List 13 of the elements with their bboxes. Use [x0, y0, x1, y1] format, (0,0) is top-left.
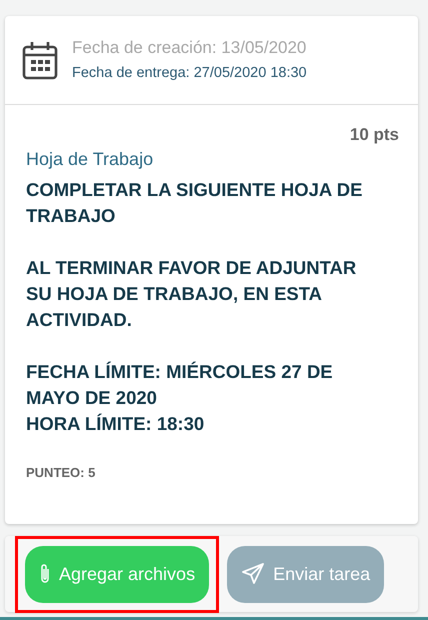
due-date: Fecha de entrega: 27/05/2020 18:30	[72, 64, 307, 84]
calendar-icon	[22, 40, 58, 80]
instruction-text: AL TERMINAR FAVOR DE ADJUNTAR SU HOJA DE TRABAJO, EN ESTA ACTIVIDAD.	[26, 256, 358, 332]
attach-button[interactable]: Agregar archivos	[25, 546, 210, 602]
score: PUNTEO: 5	[26, 464, 96, 482]
instruction-text: FECHA LÍMITE: MIÉRCOLES 27 DE MAYO DE 2020	[26, 360, 334, 410]
assignment-title: Hoja de Trabajo	[26, 148, 154, 171]
paperclip-icon	[39, 563, 51, 585]
creation-date: Fecha de creación: 13/05/2020	[72, 36, 307, 59]
paper-plane-icon	[241, 562, 266, 586]
instruction-text: HORA LÍMITE: 18:30	[26, 412, 206, 436]
points: 10 pts	[350, 124, 399, 146]
instruction-text: COMPLETAR LA SIGUIENTE HOJA DE TRABAJO	[26, 178, 364, 228]
